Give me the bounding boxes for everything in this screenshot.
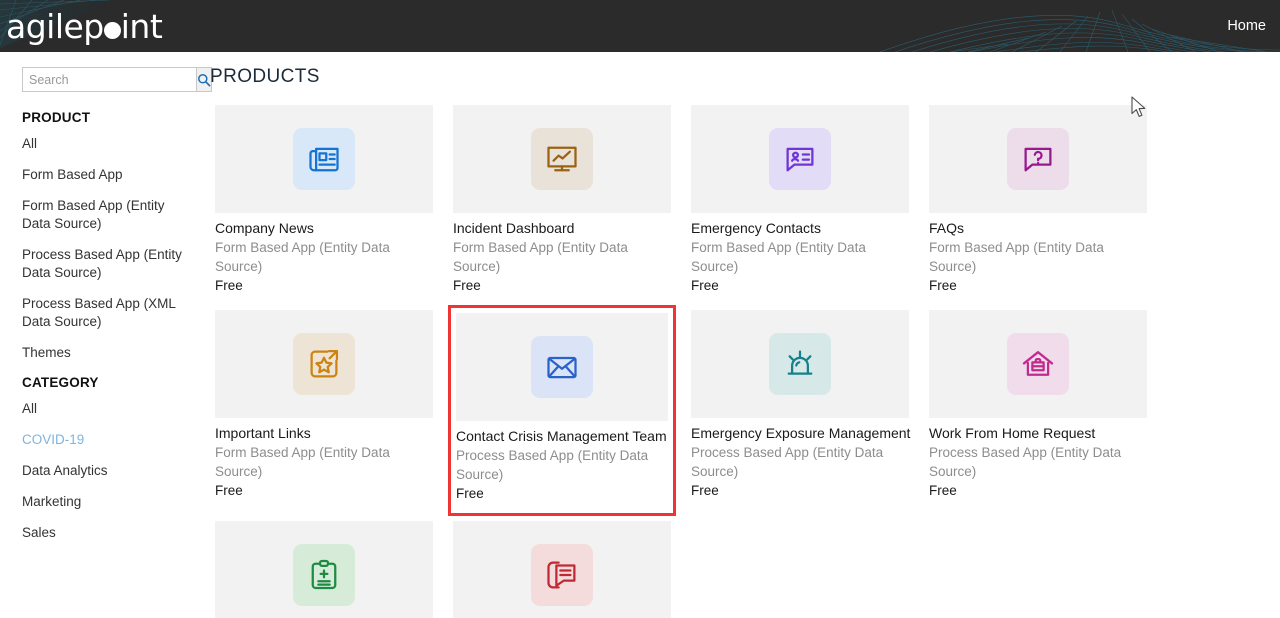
product-card[interactable]: Incident Dashboard Form Based App (Entit… [448,100,686,305]
product-thumbnail [215,105,433,213]
product-card-selected[interactable]: Contact Crisis Management Team Process B… [448,305,686,516]
search-box [22,67,212,92]
nav-home-link[interactable]: Home [1227,18,1266,34]
product-subtitle: Process Based App (Entity Data Source) [456,448,649,482]
product-price: Free [929,278,957,293]
facet-list-product: All Form Based App Form Based App (Entit… [22,135,210,362]
product-price: Free [929,483,957,498]
product-thumbnail [929,310,1147,418]
product-title: Incident Dashboard [453,220,575,236]
app-header: agilep int Home [0,0,1280,52]
product-title: Work From Home Request [929,425,1096,441]
product-icon-tile [531,128,593,190]
product-price: Free [691,483,719,498]
products-main: PRODUCTS Company News Form Based App (En… [210,52,1280,618]
envelope-icon [547,356,577,379]
product-subtitle: Form Based App (Entity Data Source) [215,240,390,274]
product-grid: Company News Form Based App (Entity Data… [210,100,1280,618]
sidebar-item-category-all[interactable]: All [22,400,194,418]
facet-group-category: CATEGORY All COVID-19 Data Analytics Mar… [22,375,210,542]
product-card[interactable]: Important Links Form Based App (Entity D… [210,305,448,516]
product-card[interactable]: Emergency Exposure Management Process Ba… [686,305,924,516]
monitor-chart-icon [547,146,577,172]
facet-title-product: PRODUCT [22,110,91,125]
product-subtitle: Form Based App (Entity Data Source) [453,240,628,274]
product-icon-tile [531,336,593,398]
product-icon-tile [1007,128,1069,190]
product-thumbnail [691,310,909,418]
product-icon-tile [769,128,831,190]
logo-text-after: int [120,6,163,46]
product-card[interactable] [448,516,686,618]
facet-group-product: PRODUCT All Form Based App Form Based Ap… [22,110,210,362]
siren-alarm-icon [787,350,813,375]
sidebar-item-process-based-app-entity[interactable]: Process Based App (Entity Data Source) [22,246,194,282]
product-price: Free [691,278,719,293]
product-icon-tile [293,128,355,190]
facet-list-category: All COVID-19 Data Analytics Marketing Sa… [22,400,210,542]
product-card[interactable]: Emergency Contacts Form Based App (Entit… [686,100,924,305]
product-subtitle: Form Based App (Entity Data Source) [691,240,866,274]
page-title: PRODUCTS [210,66,320,87]
sidebar-item-themes[interactable]: Themes [22,344,194,362]
product-thumbnail [215,310,433,418]
product-subtitle: Form Based App (Entity Data Source) [215,445,390,479]
sidebar-item-form-based-app[interactable]: Form Based App [22,166,194,184]
sidebar-item-sales[interactable]: Sales [22,524,194,542]
product-icon-tile [293,544,355,606]
header-background-pattern [0,0,1280,52]
product-price: Free [456,486,484,501]
product-icon-tile [531,544,593,606]
product-card[interactable] [210,516,448,618]
product-subtitle: Form Based App (Entity Data Source) [929,240,1104,274]
product-card[interactable]: Work From Home Request Process Based App… [924,305,1162,516]
logo-dot-icon [103,21,121,39]
product-title: Important Links [215,425,311,441]
product-title: FAQs [929,220,965,236]
product-card[interactable]: Company News Form Based App (Entity Data… [210,100,448,305]
product-subtitle: Process Based App (Entity Data Source) [691,445,884,479]
product-title: Emergency Exposure Management [691,425,911,441]
logo-text-before: agilep [6,6,104,46]
sidebar-item-process-based-app-xml[interactable]: Process Based App (XML Data Source) [22,295,194,331]
product-icon-tile [293,333,355,395]
product-thumbnail [456,313,668,421]
product-price: Free [215,483,243,498]
filter-sidebar: PRODUCT All Form Based App Form Based Ap… [0,52,212,618]
facet-title-category: CATEGORY [22,375,99,390]
page-body: PRODUCT All Form Based App Form Based Ap… [0,52,1280,618]
search-input[interactable] [22,67,196,92]
product-price: Free [453,278,481,293]
sidebar-item-marketing[interactable]: Marketing [22,493,194,511]
product-icon-tile [1007,333,1069,395]
sidebar-item-covid-19[interactable]: COVID-19 [22,431,194,449]
sidebar-item-form-based-app-entity[interactable]: Form Based App (Entity Data Source) [22,197,194,233]
book-chat-icon [547,561,576,589]
sidebar-item-product-all[interactable]: All [22,135,194,153]
home-briefcase-icon [1022,351,1054,376]
product-thumbnail [691,105,909,213]
product-thumbnail [215,521,433,618]
header-nav: Home [1227,0,1266,52]
product-thumbnail [453,105,671,213]
logo-wordmark: agilep int [6,6,163,46]
search-icon [198,73,211,86]
product-price: Free [215,278,243,293]
sidebar-item-data-analytics[interactable]: Data Analytics [22,462,194,480]
clipboard-medical-icon [311,559,337,590]
contact-card-chat-icon [786,147,814,172]
product-subtitle: Process Based App (Entity Data Source) [929,445,1122,479]
newspaper-icon [309,147,339,172]
product-card[interactable]: FAQs Form Based App (Entity Data Source)… [924,100,1162,305]
question-chat-icon [1024,147,1052,172]
product-thumbnail [929,105,1147,213]
product-icon-tile [769,333,831,395]
product-title: Company News [215,220,314,236]
star-external-link-icon [310,349,339,378]
agilepoint-logo[interactable]: agilep int [0,6,163,46]
product-thumbnail [453,521,671,618]
product-title: Contact Crisis Management Team [456,428,667,444]
product-title: Emergency Contacts [691,220,821,236]
